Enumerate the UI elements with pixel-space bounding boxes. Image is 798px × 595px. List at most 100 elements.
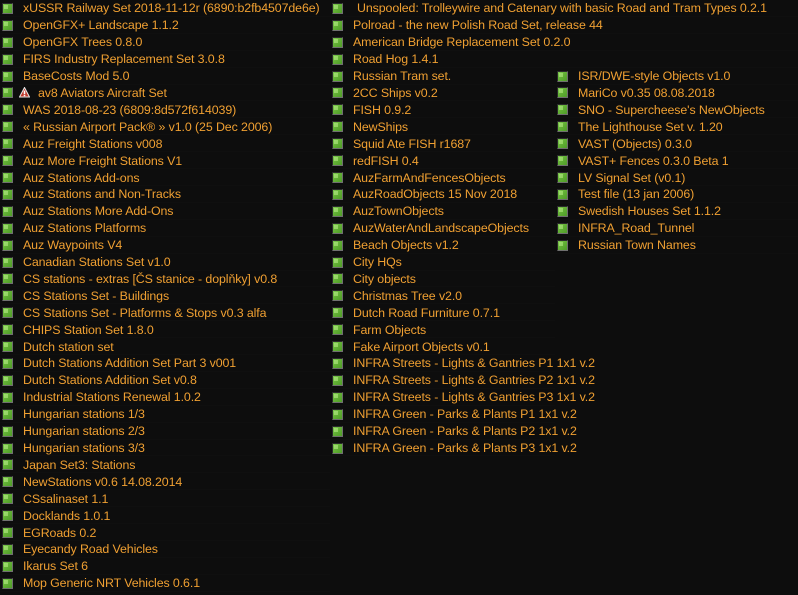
newgrf-list-item[interactable]: AuzFarmAndFencesObjects <box>330 169 555 186</box>
newgrf-list-item[interactable]: Hungarian stations 1/3 <box>0 406 330 423</box>
checkbox-enabled-icon[interactable] <box>2 70 13 82</box>
newgrf-list-item[interactable]: 2CC Ships v0.2 <box>330 85 555 102</box>
newgrf-list-item[interactable]: INFRA Streets - Lights & Gantries P2 1x1… <box>330 372 595 389</box>
checkbox-enabled-icon[interactable] <box>557 138 568 150</box>
checkbox-enabled-icon[interactable] <box>2 36 13 48</box>
newgrf-list-item[interactable]: FIRS Industry Replacement Set 3.0.8 <box>0 51 330 68</box>
checkbox-enabled-icon[interactable] <box>2 239 13 251</box>
checkbox-enabled-icon[interactable] <box>2 493 13 505</box>
newgrf-list-item[interactable]: Hungarian stations 2/3 <box>0 423 330 440</box>
newgrf-list-item[interactable]: Christmas Tree v2.0 <box>330 287 555 304</box>
newgrf-list-item[interactable]: OpenGFX+ Landscape 1.1.2 <box>0 17 330 34</box>
checkbox-enabled-icon[interactable] <box>332 53 343 65</box>
checkbox-enabled-icon[interactable] <box>2 188 13 200</box>
newgrf-list-item[interactable]: CSsalinaset 1.1 <box>0 490 330 507</box>
newgrf-list-item[interactable]: City HQs <box>330 254 555 271</box>
newgrf-list-item[interactable]: Hungarian stations 3/3 <box>0 440 330 457</box>
checkbox-enabled-icon[interactable] <box>332 222 343 234</box>
checkbox-enabled-icon[interactable] <box>332 36 343 48</box>
checkbox-enabled-icon[interactable] <box>2 172 13 184</box>
newgrf-list-item[interactable]: INFRA Green - Parks & Plants P1 1x1 v.2 <box>330 406 577 423</box>
checkbox-enabled-icon[interactable] <box>2 256 13 268</box>
newgrf-list-item[interactable]: xUSSR Railway Set 2018-11-12r (6890:b2fb… <box>0 0 330 17</box>
newgrf-list-item[interactable]: BaseCosts Mod 5.0 <box>0 68 330 85</box>
newgrf-list-item[interactable]: City objects <box>330 271 555 288</box>
newgrf-list-item[interactable]: AuzTownObjects <box>330 203 555 220</box>
checkbox-enabled-icon[interactable] <box>557 188 568 200</box>
checkbox-enabled-icon[interactable] <box>2 442 13 454</box>
newgrf-list-item[interactable]: MariCo v0.35 08.08.2018 <box>555 85 798 102</box>
checkbox-enabled-icon[interactable] <box>557 87 568 99</box>
checkbox-enabled-icon[interactable] <box>332 273 343 285</box>
checkbox-enabled-icon[interactable] <box>2 408 13 420</box>
checkbox-enabled-icon[interactable] <box>2 391 13 403</box>
newgrf-list-item[interactable]: Auz Stations and Non-Tracks <box>0 186 330 203</box>
newgrf-list-item[interactable]: Polroad - the new Polish Road Set, relea… <box>330 17 603 34</box>
newgrf-list-item[interactable]: OpenGFX Trees 0.8.0 <box>0 34 330 51</box>
checkbox-enabled-icon[interactable] <box>557 70 568 82</box>
newgrf-list-item[interactable]: Dutch Road Furniture 0.7.1 <box>330 304 555 321</box>
newgrf-list-item[interactable]: Ikarus Set 6 <box>0 558 330 575</box>
newgrf-list-item[interactable]: Test file (13 jan 2006) <box>555 186 798 203</box>
newgrf-list-item[interactable]: INFRA Streets - Lights & Gantries P3 1x1… <box>330 389 595 406</box>
checkbox-enabled-icon[interactable] <box>332 121 343 133</box>
newgrf-list-item[interactable]: Canadian Stations Set v1.0 <box>0 254 330 271</box>
checkbox-enabled-icon[interactable] <box>2 324 13 336</box>
checkbox-enabled-icon[interactable] <box>332 307 343 319</box>
checkbox-enabled-icon[interactable] <box>332 205 343 217</box>
newgrf-list-item[interactable]: Fake Airport Objects v0.1 <box>330 338 555 355</box>
newgrf-list-item[interactable]: VAST (Objects) 0.3.0 <box>555 135 798 152</box>
newgrf-list-item[interactable]: FISH 0.9.2 <box>330 101 555 118</box>
checkbox-enabled-icon[interactable] <box>2 374 13 386</box>
checkbox-enabled-icon[interactable] <box>2 290 13 302</box>
newgrf-list-item[interactable]: The Lighthouse Set v. 1.20 <box>555 118 798 135</box>
checkbox-enabled-icon[interactable] <box>332 391 343 403</box>
newgrf-list-item[interactable]: Japan Set3: Stations <box>0 456 330 473</box>
checkbox-enabled-icon[interactable] <box>2 104 13 116</box>
newgrf-list-item[interactable]: Auz Waypoints V4 <box>0 237 330 254</box>
checkbox-enabled-icon[interactable] <box>2 425 13 437</box>
newgrf-list-item[interactable]: Squid Ate FISH r1687 <box>330 135 555 152</box>
newgrf-list-item[interactable]: Unspooled: Trolleywire and Catenary with… <box>330 0 767 17</box>
newgrf-list-item[interactable]: EGRoads 0.2 <box>0 524 330 541</box>
checkbox-enabled-icon[interactable] <box>557 121 568 133</box>
newgrf-list-item[interactable]: « Russian Airport Pack® » v1.0 (25 Dec 2… <box>0 118 330 135</box>
newgrf-list-item[interactable]: av8 Aviators Aircraft Set <box>0 85 330 102</box>
newgrf-list-item[interactable]: Auz More Freight Stations V1 <box>0 152 330 169</box>
newgrf-list-item[interactable]: Auz Stations Platforms <box>0 220 330 237</box>
checkbox-enabled-icon[interactable] <box>2 510 13 522</box>
newgrf-list-item[interactable]: Auz Freight Stations v008 <box>0 135 330 152</box>
checkbox-enabled-icon[interactable] <box>332 239 343 251</box>
newgrf-list-item[interactable]: CS stations - extras [ČS stanice - doplň… <box>0 271 330 288</box>
checkbox-enabled-icon[interactable] <box>557 104 568 116</box>
checkbox-enabled-icon[interactable] <box>2 121 13 133</box>
checkbox-enabled-icon[interactable] <box>332 425 343 437</box>
checkbox-enabled-icon[interactable] <box>332 155 343 167</box>
checkbox-enabled-icon[interactable] <box>557 205 568 217</box>
checkbox-enabled-icon[interactable] <box>332 104 343 116</box>
checkbox-enabled-icon[interactable] <box>332 357 343 369</box>
checkbox-enabled-icon[interactable] <box>332 290 343 302</box>
newgrf-list-item[interactable]: American Bridge Replacement Set 0.2.0 <box>330 34 570 51</box>
checkbox-enabled-icon[interactable] <box>332 341 343 353</box>
newgrf-list-item[interactable]: INFRA Green - Parks & Plants P2 1x1 v.2 <box>330 423 577 440</box>
checkbox-enabled-icon[interactable] <box>332 87 343 99</box>
checkbox-enabled-icon[interactable] <box>332 19 343 31</box>
checkbox-enabled-icon[interactable] <box>2 53 13 65</box>
newgrf-list-item[interactable]: Dutch Stations Addition Set Part 3 v001 <box>0 355 330 372</box>
checkbox-enabled-icon[interactable] <box>2 307 13 319</box>
newgrf-list-item[interactable]: ISR/DWE-style Objects v1.0 <box>555 68 798 85</box>
checkbox-enabled-icon[interactable] <box>2 222 13 234</box>
checkbox-enabled-icon[interactable] <box>557 155 568 167</box>
checkbox-enabled-icon[interactable] <box>2 273 13 285</box>
newgrf-list-item[interactable]: CS Stations Set - Buildings <box>0 287 330 304</box>
checkbox-enabled-icon[interactable] <box>2 459 13 471</box>
newgrf-list-item[interactable]: AuzRoadObjects 15 Nov 2018 <box>330 186 555 203</box>
newgrf-list-item[interactable]: Russian Town Names <box>555 237 798 254</box>
newgrf-list-item[interactable]: Beach Objects v1.2 <box>330 237 555 254</box>
newgrf-list-item[interactable]: Dutch Stations Addition Set v0.8 <box>0 372 330 389</box>
checkbox-enabled-icon[interactable] <box>557 172 568 184</box>
checkbox-enabled-icon[interactable] <box>332 2 343 14</box>
newgrf-list-item[interactable]: SNO - Supercheese's NewObjects <box>555 101 798 118</box>
newgrf-list-item[interactable]: CS Stations Set - Platforms & Stops v0.3… <box>0 304 330 321</box>
